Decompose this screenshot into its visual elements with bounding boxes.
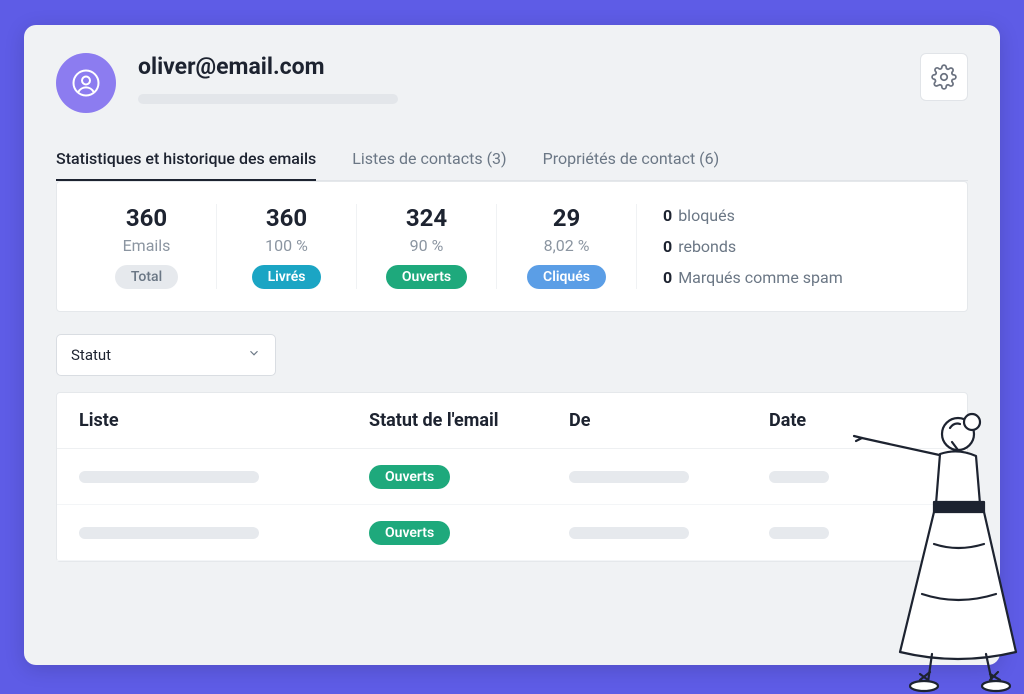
zero-spam: 0Marqués comme spam [663,268,947,287]
email-history-table: Liste Statut de l'email De Date Ouverts … [56,392,968,562]
th-date: Date [769,410,945,431]
skeleton-cell [769,471,829,483]
status-badge: Ouverts [369,465,450,489]
stat-value: 360 [83,204,210,232]
header-text: oliver@email.com [138,53,920,104]
skeleton-cell [79,527,259,539]
tabs: Statistiques et historique des emails Li… [56,149,968,181]
pill-clicked: Cliqués [527,265,606,289]
th-status: Statut de l'email [369,410,569,431]
stat-value: 324 [363,204,490,232]
stats-strip: 360 Emails Total 360 100 % Livrés 324 90… [56,181,968,312]
zero-blocked: 0bloqués [663,206,947,225]
stat-sub: 8,02 % [503,236,630,255]
status-filter-dropdown[interactable]: Statut [56,334,276,376]
table-header: Liste Statut de l'email De Date [57,393,967,449]
stat-clicked: 29 8,02 % Cliqués [497,204,637,289]
settings-button[interactable] [920,53,968,101]
header: oliver@email.com [56,53,968,113]
chevron-down-icon [247,346,261,364]
zero-stats: 0bloqués 0rebonds 0Marqués comme spam [637,204,947,289]
pill-opened: Ouverts [386,265,467,289]
skeleton-cell [569,527,689,539]
skeleton-cell [569,471,689,483]
table-row[interactable]: Ouverts [57,505,967,561]
tab-contact-properties[interactable]: Propriétés de contact (6) [543,149,720,180]
skeleton-cell [79,471,259,483]
filter-label: Statut [71,346,111,364]
stat-sub: Emails [83,236,210,255]
gear-icon [931,64,957,90]
pill-delivered: Livrés [252,265,322,289]
stat-opened: 324 90 % Ouverts [357,204,497,289]
skeleton-cell [769,527,829,539]
stat-sub: 100 % [223,236,350,255]
avatar [56,53,116,113]
tab-stats[interactable]: Statistiques et historique des emails [56,149,316,180]
contact-detail-card: oliver@email.com Statistiques et histori… [24,25,1000,665]
tab-contact-lists[interactable]: Listes de contacts (3) [352,149,506,180]
th-list: Liste [79,410,369,431]
zero-bounces: 0rebonds [663,237,947,256]
th-from: De [569,410,769,431]
stat-emails: 360 Emails Total [77,204,217,289]
stat-value: 29 [503,204,630,232]
stat-delivered: 360 100 % Livrés [217,204,357,289]
table-row[interactable]: Ouverts [57,449,967,505]
user-circle-icon [71,68,101,98]
contact-email: oliver@email.com [138,53,920,80]
status-badge: Ouverts [369,521,450,545]
header-skeleton [138,94,398,104]
stat-sub: 90 % [363,236,490,255]
stat-value: 360 [223,204,350,232]
pill-total: Total [115,265,178,289]
